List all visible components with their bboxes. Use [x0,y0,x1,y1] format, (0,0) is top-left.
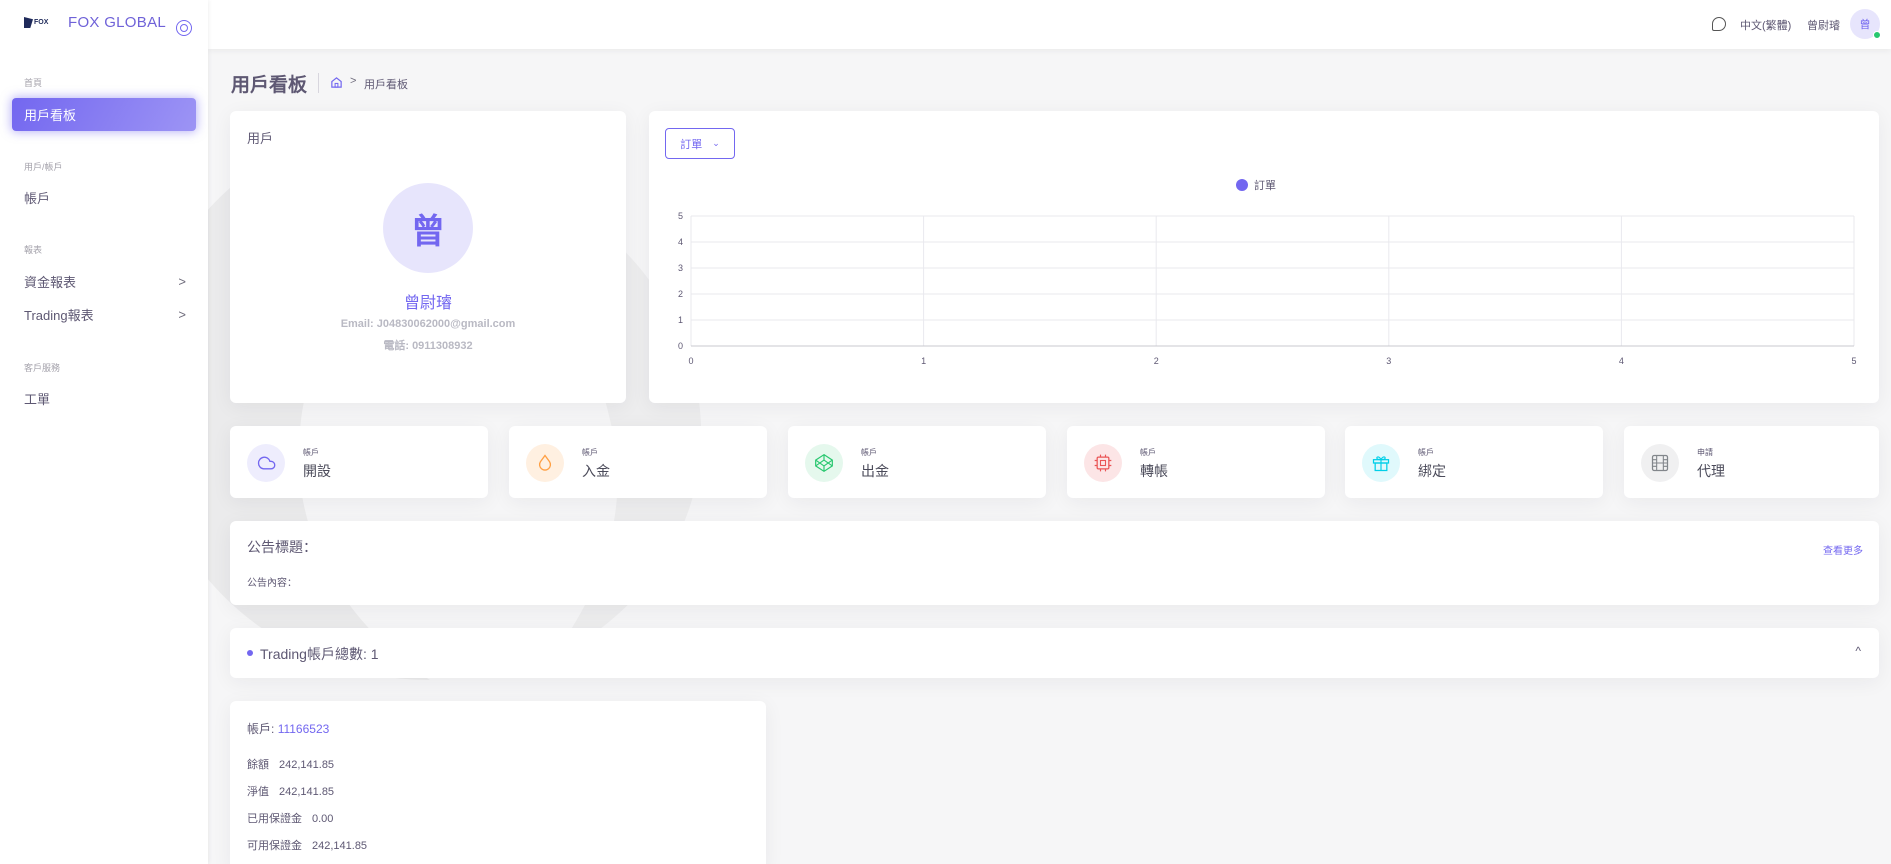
sidebar-item-trading-report[interactable]: Trading報表 > [12,298,196,331]
action-icon-bg [1641,444,1679,482]
chevron-up-icon[interactable]: ^ [1855,644,1861,658]
notice-card: 公告標題： 查看更多 公告內容： [230,521,1879,605]
x-tick-label: 0 [688,356,693,366]
nav-header-user-account: 用戶/帳戶 [24,162,63,172]
user-name: 曾尉璿 [403,295,452,312]
home-icon[interactable] [330,76,343,89]
action-label: 開設 [303,463,331,479]
action-sub: 帳戶 [1140,448,1156,457]
page-title: 用戶看板 [231,75,308,96]
account-header: 帳戶: 11166523 [247,722,330,736]
action-label: 綁定 [1418,463,1446,479]
droplet-icon [538,454,552,471]
action-sub: 帳戶 [861,448,877,457]
action-sub: 帳戶 [303,448,319,457]
action-icon-bg [1362,444,1400,482]
chart-legend[interactable]: 訂單 [1236,177,1276,193]
nav-header-reports: 報表 [24,245,43,255]
cloud-icon [257,456,276,470]
sidebar-item-ticket[interactable]: 工單 [12,382,196,415]
chart-type-select[interactable]: 訂單 ⌄ [665,128,735,159]
y-tick-label: 1 [678,315,683,325]
action-card-transfer[interactable]: 帳戶 轉帳 [1067,426,1325,498]
chart-card: 0 1 2 3 4 5 0 1 2 3 4 5 訂單 ⌄ 訂單 [649,111,1879,403]
action-card-withdraw[interactable]: 帳戶 出金 [788,426,1046,498]
action-card-bind[interactable]: 帳戶 綁定 [1345,426,1603,498]
main-content: 用戶看板 > 用戶看板 用戶 曾 曾尉璿 Email: J04830062000… [0,0,1891,864]
user-avatar: 曾 [383,183,473,273]
y-tick-label: 4 [678,237,683,247]
brand[interactable]: FOX FOX GLOBAL [24,14,166,31]
chevron-right-icon: > [178,274,186,289]
x-tick-label: 5 [1851,356,1856,366]
trading-accounts-collapse[interactable]: Trading帳戶總數: 1 ^ [230,628,1879,678]
sidebar: FOX FOX GLOBAL 首頁 用戶看板 用戶/帳戶 帳戶 報表 資金報表 … [0,0,208,864]
view-more-link[interactable]: 查看更多 [1823,542,1863,557]
action-sub: 申請 [1697,448,1713,457]
sidebar-item-account[interactable]: 帳戶 [12,181,196,214]
action-label: 轉帳 [1140,463,1168,479]
action-sub: 帳戶 [1418,448,1434,457]
brand-logo: FOX [24,16,50,30]
sidebar-item-fund-report[interactable]: 資金報表 > [12,265,196,298]
legend-label: 訂單 [1254,180,1276,192]
account-row-equity: 淨值 242,141.85 [247,786,335,798]
x-tick-label: 3 [1386,356,1391,366]
chevron-right-icon: > [178,307,186,322]
account-row-free-margin: 可用保證金 242,141.85 [247,840,368,852]
action-icon-bg [1084,444,1122,482]
notice-title: 公告標題： [247,539,317,555]
sidebar-toggle-icon[interactable] [176,20,192,36]
film-icon [1651,454,1669,472]
x-tick-label: 2 [1154,356,1159,366]
action-icon-bg [526,444,564,482]
action-card-deposit[interactable]: 帳戶 入金 [509,426,767,498]
account-number[interactable]: 11166523 [278,722,330,736]
account-row-used-margin: 已用保證金 0.00 [247,813,334,825]
sidebar-item-user-dashboard[interactable]: 用戶看板 [12,98,196,131]
user-email: Email: J04830062000@gmail.com [340,318,516,330]
legend-swatch [1236,179,1248,191]
notice-content: 公告內容： [247,578,297,589]
action-card-agent[interactable]: 申請 代理 [1624,426,1879,498]
nav-header-customer-service: 客戶服務 [24,363,61,373]
cpu-icon [1094,454,1112,472]
chevron-down-icon: ⌄ [712,138,720,148]
codepen-icon [815,453,833,473]
x-tick-label: 4 [1619,356,1624,366]
y-tick-label: 3 [678,263,683,273]
user-card-label: 用戶 [247,131,274,146]
y-tick-label: 0 [678,341,683,351]
trading-accounts-total: Trading帳戶總數: 1 [260,646,379,662]
gift-icon [1372,456,1390,472]
y-tick-label: 2 [678,289,683,299]
nav-header-home: 首頁 [24,78,43,88]
action-card-open[interactable]: 帳戶 開設 [230,426,488,498]
action-label: 出金 [861,463,889,479]
brand-name: FOX GLOBAL [68,14,167,31]
orders-chart: 0 1 2 3 4 5 0 1 2 3 4 5 [678,211,1857,366]
account-row-balance: 餘額 242,141.85 [247,759,335,771]
action-label: 代理 [1697,463,1725,479]
user-phone: 電話: 0911308932 [383,340,473,352]
title-divider [318,73,319,93]
user-card: 用戶 曾 曾尉璿 Email: J04830062000@gmail.com 電… [230,111,626,403]
action-label: 入金 [582,463,610,479]
breadcrumb: 用戶看板 [364,79,408,91]
action-icon-bg [247,444,285,482]
breadcrumb-separator: > [350,75,357,87]
account-card: 帳戶: 11166523 餘額 242,141.85 淨值 242,141.85 已… [230,701,766,864]
x-tick-label: 1 [921,356,926,366]
y-tick-label: 5 [678,211,683,221]
action-sub: 帳戶 [582,448,598,457]
bullet-dot [247,650,253,656]
action-icon-bg [805,444,843,482]
